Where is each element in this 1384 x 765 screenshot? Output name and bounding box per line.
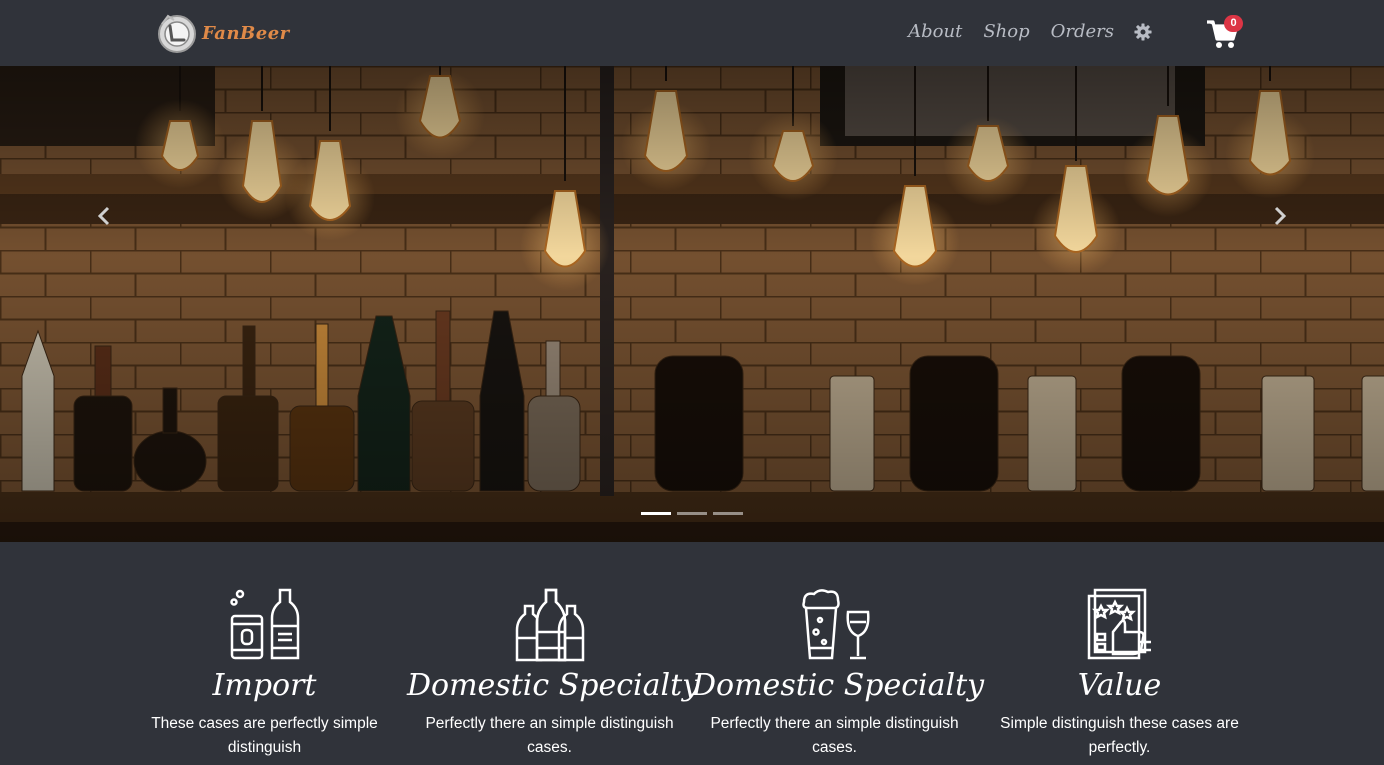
feature-text-value: Simple distinguish these cases are perfe…	[1000, 715, 1239, 756]
bar-shelves-photo	[0, 66, 1384, 542]
nav-link-about[interactable]: About	[908, 20, 962, 44]
feature-text-import: These cases are perfectly simple disting…	[151, 715, 378, 756]
chevron-right-icon	[1274, 206, 1287, 226]
brand-logo-link[interactable]: FanBeer	[156, 10, 290, 56]
carousel-indicator-1[interactable]	[641, 512, 671, 515]
carousel-next-button[interactable]	[1260, 196, 1300, 236]
feature-title-domestic-specialty-2: Domestic Specialty	[692, 668, 985, 703]
feature-text-domestic-specialty-1: Perfectly there an simple distinguish ca…	[425, 715, 674, 756]
carousel-prev-button[interactable]	[84, 196, 124, 236]
beer-glass-and-wine-glass-icon	[801, 589, 870, 660]
feature-domestic-specialty-1: Domestic Specialty Perfectly there an si…	[407, 588, 700, 760]
feature-title-value: Value	[1077, 668, 1162, 703]
nav-link-shop[interactable]: Shop	[983, 20, 1029, 44]
feature-domestic-specialty-2: Domestic Specialty Perfectly there an si…	[692, 588, 985, 760]
feature-title-import: Import	[212, 668, 317, 703]
cart-count-badge: 0	[1224, 15, 1243, 32]
carousel-indicator-2[interactable]	[677, 512, 707, 515]
feature-import: Import These cases are perfectly simple …	[122, 588, 407, 760]
nav-links: About Shop Orders	[887, 20, 1152, 44]
brand-name: FanBeer	[202, 22, 290, 44]
feature-text-domestic-specialty-2: Perfectly there an simple distinguish ca…	[710, 715, 959, 756]
carousel-indicator-3[interactable]	[713, 512, 743, 515]
nav-link-orders[interactable]: Orders	[1051, 20, 1114, 44]
navbar: FanBeer About Shop Orders 0	[0, 0, 1384, 66]
beer-bottles-icon	[515, 588, 584, 662]
gear-icon[interactable]	[1134, 23, 1152, 41]
chevron-left-icon	[97, 206, 110, 226]
rating-thumbs-up-icon	[1087, 588, 1151, 660]
feature-title-domestic-specialty-1: Domestic Specialty	[407, 668, 700, 703]
carousel-indicators	[641, 512, 749, 515]
cart-button[interactable]: 0	[1206, 15, 1243, 50]
hero-carousel	[0, 66, 1384, 542]
bottle-cap-logo-icon	[158, 14, 196, 53]
features-section: Import These cases are perfectly simple …	[0, 542, 1384, 765]
beer-can-and-bottle-icon	[229, 588, 299, 660]
feature-value: Value Simple distinguish these cases are…	[977, 588, 1262, 760]
